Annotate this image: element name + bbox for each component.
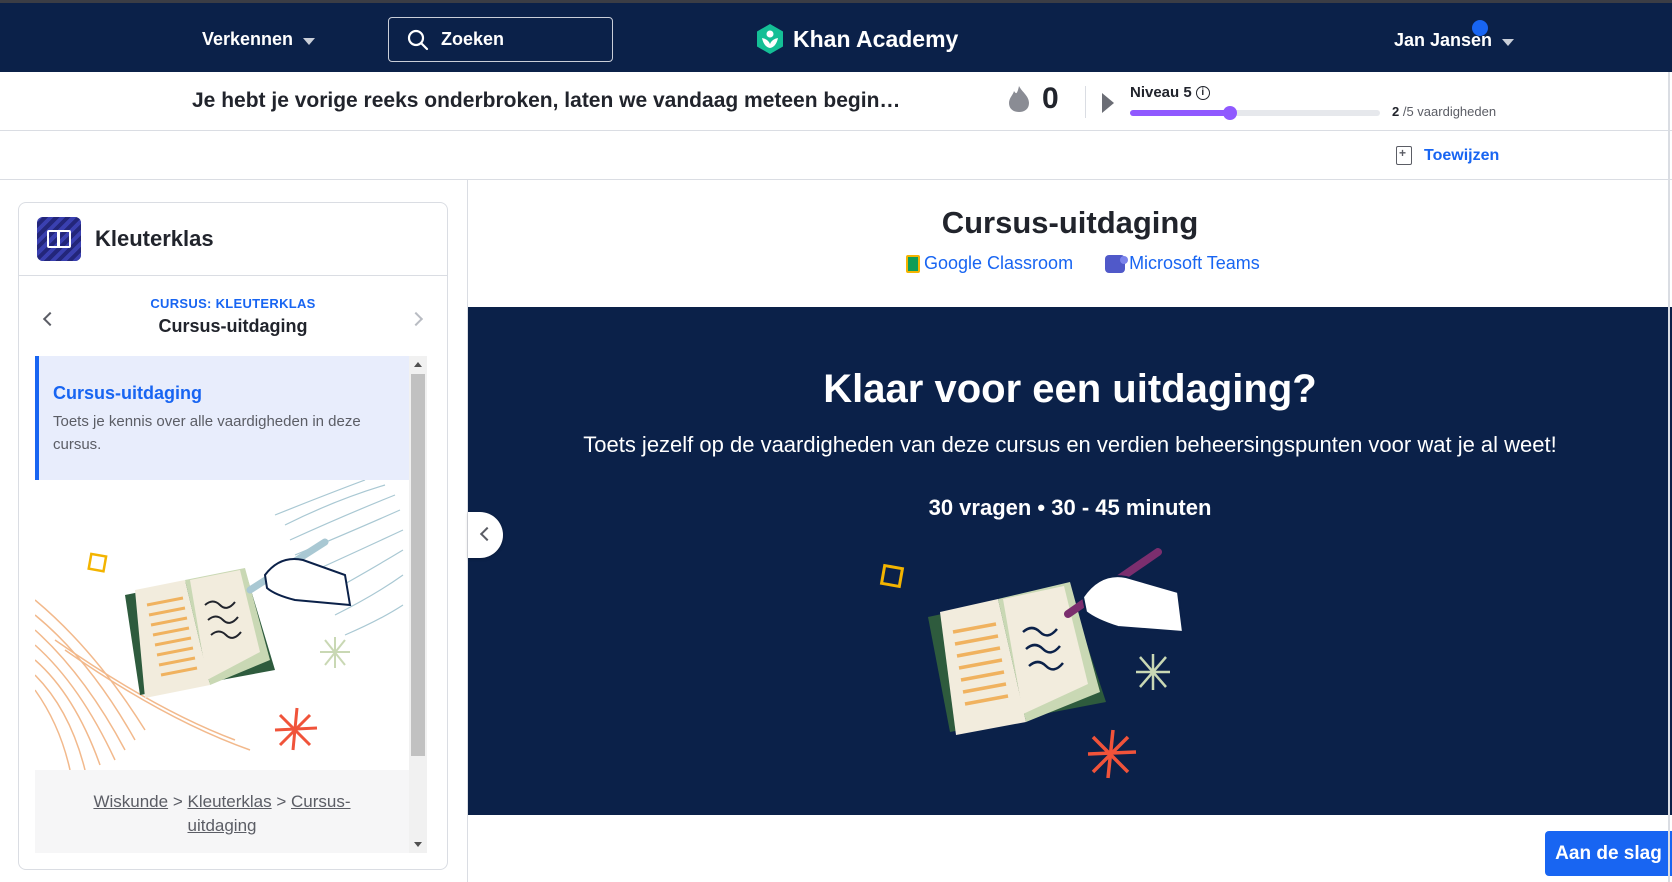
breadcrumb-link-challenge[interactable]: Cursus- <box>291 792 351 811</box>
challenge-hero-illustration <box>879 548 1185 779</box>
share-microsoft-teams[interactable]: Microsoft Teams <box>1105 253 1260 274</box>
chevron-down-icon <box>303 37 316 45</box>
search-input[interactable]: Zoeken <box>388 17 613 62</box>
skills-count: 2 /5 vaardigheden <box>1392 104 1496 119</box>
level-label: Niveau 5 i <box>1130 84 1210 101</box>
level-progress-fill <box>1130 110 1230 116</box>
challenge-hero: Klaar voor een uitdaging? Toets jezelf o… <box>468 307 1672 815</box>
sidebar-item-title: Cursus-uitdaging <box>53 383 202 403</box>
right-border <box>1668 72 1670 882</box>
breadcrumb-link-challenge-continued[interactable]: uitdaging <box>187 816 256 835</box>
explore-label: Verkennen <box>202 29 294 49</box>
book-icon <box>37 217 81 261</box>
hero-subtitle: Toets jezelf op de vaardigheden van deze… <box>583 432 1557 457</box>
play-icon[interactable] <box>1102 93 1114 113</box>
breadcrumb-link-kindergarten[interactable]: Kleuterklas <box>188 792 272 811</box>
notification-dot <box>1472 20 1488 36</box>
skills-total: /5 vaardigheden <box>1399 104 1497 119</box>
unit-title: Cursus-uitdaging <box>158 316 308 336</box>
assign-button[interactable]: Toewijzen <box>1396 146 1499 165</box>
level-progress-knob <box>1223 106 1237 120</box>
sidebar-item-course-challenge[interactable]: Cursus-uitdaging Toets je kennis over al… <box>35 356 409 480</box>
share-google-label: Google Classroom <box>924 253 1074 273</box>
sidebar-header: Kleuterklas <box>19 203 447 276</box>
explore-menu[interactable]: Verkennen <box>202 29 316 50</box>
khan-logo-icon <box>757 24 783 54</box>
scroll-up-icon[interactable] <box>414 362 422 367</box>
hero-title: Klaar voor een uitdaging? <box>823 367 1317 411</box>
sidebar-scrollbar[interactable] <box>409 356 427 853</box>
khan-academy-logo[interactable]: Khan Academy <box>755 23 958 55</box>
course-crumb[interactable]: CURSUS: KLEUTERKLAS <box>19 296 447 311</box>
page-title: Cursus-uitdaging <box>941 205 1199 240</box>
assign-row: Toewijzen <box>0 132 1672 180</box>
sidebar-scroll-area[interactable]: Cursus-uitdaging Toets je kennis over al… <box>35 356 427 853</box>
google-classroom-icon <box>906 254 920 273</box>
start-button[interactable]: Aan de slag <box>1545 831 1672 876</box>
share-links: Google Classroom Microsoft Teams <box>906 253 1260 274</box>
info-icon[interactable]: i <box>1195 85 1210 100</box>
sidebar-item-description: Toets je kennis over alle vaardigheden i… <box>53 413 361 453</box>
streak-counter[interactable]: 0 <box>1008 82 1059 116</box>
challenge-illustration <box>35 480 404 770</box>
hero-meta: 30 vragen • 30 - 45 minuten <box>928 495 1212 520</box>
search-icon <box>407 29 429 50</box>
share-teams-label: Microsoft Teams <box>1129 253 1260 273</box>
search-placeholder: Zoeken <box>441 29 505 49</box>
share-google-classroom[interactable]: Google Classroom <box>906 253 1073 274</box>
level-text: Niveau 5 <box>1130 84 1192 101</box>
flame-icon <box>1009 86 1029 112</box>
assign-label: Toewijzen <box>1424 146 1500 164</box>
scrollbar-thumb[interactable] <box>411 374 425 756</box>
scroll-down-icon[interactable] <box>414 842 422 847</box>
breadcrumb: Wiskunde > Kleuterklas > Cursus- uitdagi… <box>35 770 409 853</box>
streak-message: Je hebt je vorige reeks onderbroken, lat… <box>192 89 901 112</box>
top-navigation: Verkennen Zoeken Khan Academy Jan Jansen <box>0 0 1672 72</box>
divider <box>1085 86 1086 118</box>
chevron-left-icon <box>479 526 495 542</box>
breadcrumb-link-math[interactable]: Wiskunde <box>93 792 168 811</box>
streak-bar: Je hebt je vorige reeks onderbroken, lat… <box>0 72 1672 131</box>
chevron-down-icon <box>1502 38 1515 46</box>
course-title: Kleuterklas <box>95 226 214 251</box>
streak-count: 0 <box>1042 82 1059 115</box>
level-progress-bar <box>1130 106 1380 120</box>
microsoft-teams-icon <box>1105 254 1129 273</box>
sidebar-unit-nav: CURSUS: KLEUTERKLAS Cursus-uitdaging <box>19 276 447 356</box>
breadcrumb-separator: > <box>172 792 183 811</box>
breadcrumb-separator: > <box>276 792 287 811</box>
document-add-icon <box>1396 146 1412 165</box>
logo-text: Khan Academy <box>793 25 959 52</box>
user-menu[interactable]: Jan Jansen <box>1394 30 1515 51</box>
